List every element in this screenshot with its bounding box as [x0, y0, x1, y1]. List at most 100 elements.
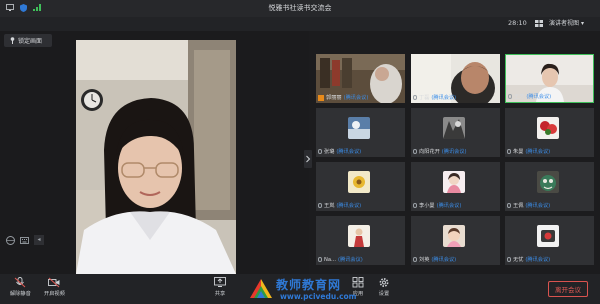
participant-tile[interactable]: 张璐 (腾讯会议)	[316, 108, 405, 157]
participant-caption: 李小曼 (腾讯会议)	[413, 202, 461, 209]
participant-source: (腾讯会议)	[526, 94, 552, 100]
participant-name: 王岚	[324, 203, 335, 209]
participant-name: 刘英	[419, 257, 430, 263]
participant-source: (腾讯会议)	[336, 149, 362, 155]
keyboard-icon[interactable]	[20, 236, 29, 244]
participant-tile[interactable]: 朱曼 (腾讯会议)	[505, 108, 594, 157]
participant-caption: 郭丽丽 (腾讯会议)	[318, 94, 368, 101]
participant-avatar	[348, 171, 370, 193]
participant-source: (腾讯会议)	[525, 149, 551, 155]
participant-caption: 王岚 (腾讯会议)	[318, 202, 361, 209]
participant-tile[interactable]: 刘英 (腾讯会议)	[411, 216, 500, 265]
chevron-down-icon: ▾	[580, 20, 584, 27]
meeting-top-bar: 28:10 演讲者视图 ▾	[0, 17, 600, 31]
mic-icon	[507, 257, 511, 262]
participant-caption: 朱曼 (腾讯会议)	[507, 148, 550, 155]
start-video-button[interactable]: 开启视频	[44, 277, 65, 297]
participant-name: 张璐	[324, 149, 335, 155]
participant-source: (腾讯会议)	[525, 203, 551, 209]
participant-avatar	[443, 117, 465, 139]
meeting-title: 悦雅书社读书交流会	[268, 4, 332, 12]
grid-layout-icon[interactable]	[535, 20, 543, 27]
participant-caption: 向阳花开 (腾讯会议)	[413, 148, 467, 155]
participant-source: (腾讯会议)	[343, 95, 369, 101]
participant-caption: 张璐 (腾讯会议)	[318, 148, 361, 155]
start-video-label: 开启视频	[44, 291, 65, 297]
share-button[interactable]: 共享	[214, 277, 226, 297]
participant-name: 朱曼	[513, 149, 524, 155]
mic-icon	[318, 203, 322, 208]
participant-tile[interactable]: 向阳花开 (腾讯会议)	[411, 108, 500, 157]
participant-tile[interactable]: Na... (腾讯会议)	[316, 216, 405, 265]
participant-source: (腾讯会议)	[431, 257, 457, 263]
globe-icon[interactable]	[6, 235, 15, 245]
watermark-title: 教师教育网	[276, 278, 342, 292]
participant-avatar	[443, 225, 465, 247]
mic-icon	[508, 94, 512, 99]
pin-icon	[10, 37, 15, 44]
settings-button[interactable]: 设置	[378, 277, 390, 297]
participant-caption: 王芳 (腾讯会议)	[508, 93, 551, 100]
participant-tile[interactable]: 李小曼 (腾讯会议)	[411, 162, 500, 211]
camera-off-icon	[48, 277, 60, 288]
participant-avatar	[348, 117, 370, 139]
participant-tile[interactable]: 无忧 (腾讯会议)	[505, 216, 594, 265]
left-tool-icons: ◂	[6, 235, 44, 245]
settings-label: 设置	[378, 291, 390, 297]
share-label: 共享	[214, 291, 226, 297]
watermark-url: www.pcivedu.com	[280, 292, 357, 301]
mic-icon	[318, 149, 322, 154]
participant-tile[interactable]: 王岚 (腾讯会议)	[316, 162, 405, 211]
mic-icon	[507, 203, 511, 208]
participant-name: 王芳	[514, 94, 525, 100]
participant-name: 无忧	[513, 257, 524, 263]
host-icon	[318, 94, 324, 101]
participant-tile[interactable]: 王芳 (腾讯会议)	[505, 54, 594, 103]
participant-source: (腾讯会议)	[336, 203, 362, 209]
participant-name: 丁磊	[419, 95, 430, 101]
lock-screen-label: 锁定画面	[18, 38, 43, 45]
participant-source: (腾讯会议)	[441, 149, 467, 155]
participant-source: (腾讯会议)	[436, 203, 462, 209]
participant-caption: 刘英 (腾讯会议)	[413, 256, 456, 263]
collapse-sidebar-button[interactable]	[304, 150, 312, 168]
participant-tile[interactable]: 郭丽丽 (腾讯会议)	[316, 54, 405, 103]
participant-tile[interactable]: 丁磊 (腾讯会议)	[411, 54, 500, 103]
speaker-video-image	[76, 40, 236, 274]
participant-tile[interactable]: 王佩 (腾讯会议)	[505, 162, 594, 211]
participant-avatar	[348, 225, 370, 247]
unmute-label: 解除静音	[10, 291, 31, 297]
watermark-logo-icon	[250, 279, 272, 298]
leave-meeting-button[interactable]: 离开会议	[548, 281, 588, 297]
panel-toggle-button[interactable]: ◂	[34, 235, 44, 245]
participant-name: 向阳花开	[419, 149, 440, 155]
mic-muted-icon	[15, 277, 26, 288]
mic-icon	[413, 257, 417, 262]
participant-name: 李小曼	[419, 203, 435, 209]
participant-avatar	[537, 117, 559, 139]
participant-caption: Na... (腾讯会议)	[318, 256, 363, 263]
participant-caption: 丁磊 (腾讯会议)	[413, 94, 456, 101]
chevron-right-icon	[306, 155, 311, 163]
participant-caption: 无忧 (腾讯会议)	[507, 256, 550, 263]
gear-icon	[379, 278, 389, 287]
participant-name: 郭丽丽	[326, 95, 342, 101]
title-bar: 悦雅书社读书交流会	[0, 0, 600, 17]
unmute-button[interactable]: 解除静音	[10, 277, 31, 297]
participant-caption: 王佩 (腾讯会议)	[507, 202, 550, 209]
speaker-video	[76, 40, 236, 274]
participant-name: Na...	[324, 256, 337, 263]
participant-avatar	[537, 171, 559, 193]
participant-source: (腾讯会议)	[525, 257, 551, 263]
share-screen-icon	[214, 277, 226, 287]
mic-icon	[507, 149, 511, 154]
participant-avatar	[443, 171, 465, 193]
mic-icon	[413, 95, 417, 100]
leave-meeting-label: 离开会议	[555, 286, 581, 294]
mic-icon	[413, 149, 417, 154]
view-mode-button[interactable]: 演讲者视图 ▾	[549, 18, 584, 27]
site-watermark: 教师教育网 www.pcivedu.com	[248, 275, 368, 304]
view-mode-label: 演讲者视图	[549, 20, 580, 27]
participant-name: 王佩	[513, 203, 524, 209]
lock-screen-button[interactable]: 锁定画面	[4, 34, 52, 47]
